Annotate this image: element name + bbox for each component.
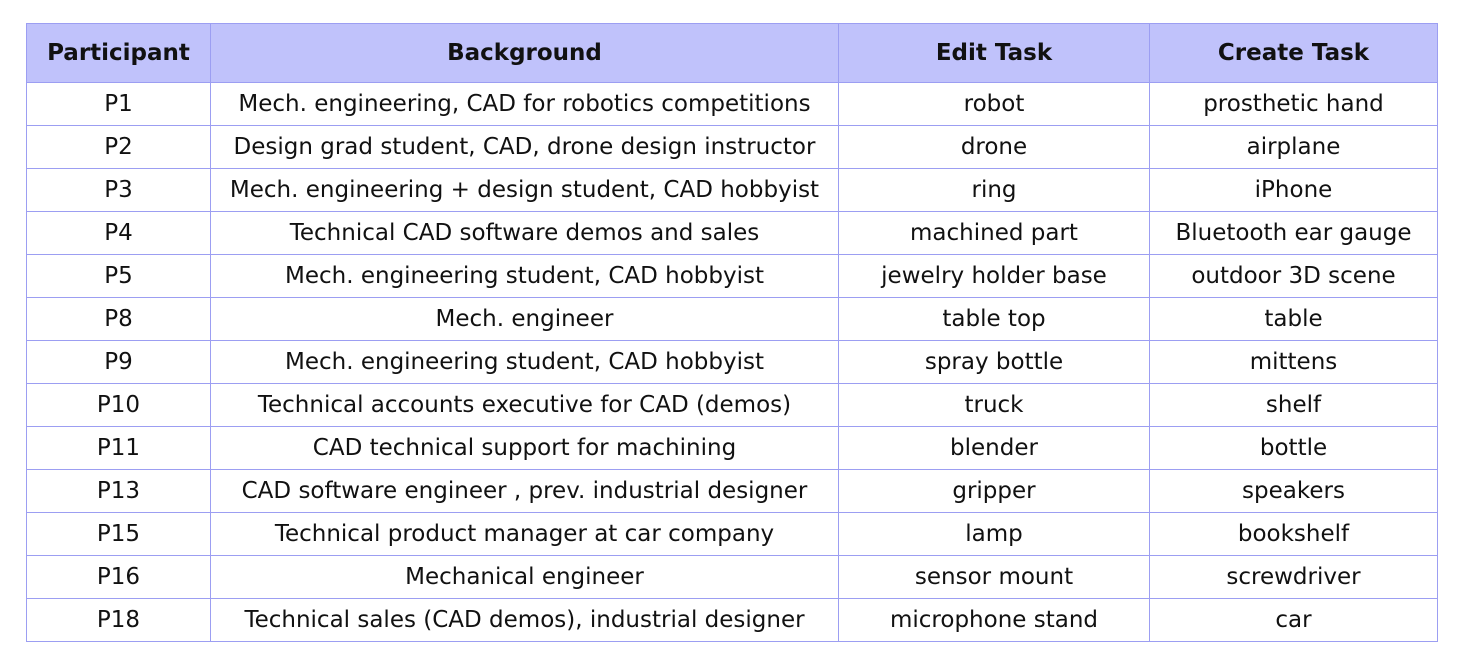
table-row: P4 Technical CAD software demos and sale… — [26, 211, 1438, 255]
edit-task-cell: machined part — [838, 211, 1150, 255]
header-edit-task: Edit Task — [838, 23, 1150, 83]
edit-task-cell: spray bottle — [838, 340, 1150, 384]
edit-task-cell: truck — [838, 383, 1150, 427]
background-cell: Technical CAD software demos and sales — [210, 211, 839, 255]
participant-cell: P5 — [26, 254, 211, 298]
background-cell: Design grad student, CAD, drone design i… — [210, 125, 839, 169]
table-row: P13 CAD software engineer , prev. indust… — [26, 469, 1438, 513]
edit-task-cell: drone — [838, 125, 1150, 169]
table-row: P5 Mech. engineering student, CAD hobbyi… — [26, 254, 1438, 298]
background-cell: Mech. engineering student, CAD hobbyist — [210, 340, 839, 384]
participant-cell: P15 — [26, 512, 211, 556]
background-cell: Technical sales (CAD demos), industrial … — [210, 598, 839, 642]
create-task-cell: table — [1149, 297, 1438, 341]
create-task-cell: airplane — [1149, 125, 1438, 169]
background-cell: CAD software engineer , prev. industrial… — [210, 469, 839, 513]
participant-cell: P3 — [26, 168, 211, 212]
table-body: P1 Mech. engineering, CAD for robotics c… — [26, 82, 1438, 642]
table-row: P11 CAD technical support for machining … — [26, 426, 1438, 470]
table-row: P15 Technical product manager at car com… — [26, 512, 1438, 556]
edit-task-cell: robot — [838, 82, 1150, 126]
participant-cell: P10 — [26, 383, 211, 427]
header-create-task: Create Task — [1149, 23, 1438, 83]
background-cell: CAD technical support for machining — [210, 426, 839, 470]
create-task-cell: bookshelf — [1149, 512, 1438, 556]
background-cell: Technical product manager at car company — [210, 512, 839, 556]
participant-cell: P16 — [26, 555, 211, 599]
edit-task-cell: sensor mount — [838, 555, 1150, 599]
create-task-cell: prosthetic hand — [1149, 82, 1438, 126]
edit-task-cell: blender — [838, 426, 1150, 470]
create-task-cell: speakers — [1149, 469, 1438, 513]
table-row: P10 Technical accounts executive for CAD… — [26, 383, 1438, 427]
create-task-cell: bottle — [1149, 426, 1438, 470]
participant-cell: P18 — [26, 598, 211, 642]
participant-cell: P13 — [26, 469, 211, 513]
create-task-cell: shelf — [1149, 383, 1438, 427]
table-row: P16 Mechanical engineer sensor mount scr… — [26, 555, 1438, 599]
table-row: P3 Mech. engineering + design student, C… — [26, 168, 1438, 212]
table-row: P8 Mech. engineer table top table — [26, 297, 1438, 341]
background-cell: Mech. engineering + design student, CAD … — [210, 168, 839, 212]
table-row: P18 Technical sales (CAD demos), industr… — [26, 598, 1438, 642]
table-row: P1 Mech. engineering, CAD for robotics c… — [26, 82, 1438, 126]
create-task-cell: iPhone — [1149, 168, 1438, 212]
create-task-cell: screwdriver — [1149, 555, 1438, 599]
background-cell: Mech. engineering student, CAD hobbyist — [210, 254, 839, 298]
participant-cell: P2 — [26, 125, 211, 169]
background-cell: Mechanical engineer — [210, 555, 839, 599]
edit-task-cell: jewelry holder base — [838, 254, 1150, 298]
participants-table: Participant Background Edit Task Create … — [26, 23, 1438, 642]
participants-table-container: Participant Background Edit Task Create … — [26, 23, 1438, 642]
create-task-cell: car — [1149, 598, 1438, 642]
edit-task-cell: ring — [838, 168, 1150, 212]
participant-cell: P8 — [26, 297, 211, 341]
edit-task-cell: table top — [838, 297, 1150, 341]
background-cell: Mech. engineering, CAD for robotics comp… — [210, 82, 839, 126]
header-participant: Participant — [26, 23, 211, 83]
background-cell: Mech. engineer — [210, 297, 839, 341]
table-header: Participant Background Edit Task Create … — [26, 23, 1438, 83]
header-background: Background — [210, 23, 839, 83]
participant-cell: P11 — [26, 426, 211, 470]
participant-cell: P9 — [26, 340, 211, 384]
participant-cell: P4 — [26, 211, 211, 255]
header-row: Participant Background Edit Task Create … — [26, 23, 1438, 83]
edit-task-cell: lamp — [838, 512, 1150, 556]
create-task-cell: Bluetooth ear gauge — [1149, 211, 1438, 255]
edit-task-cell: microphone stand — [838, 598, 1150, 642]
create-task-cell: mittens — [1149, 340, 1438, 384]
create-task-cell: outdoor 3D scene — [1149, 254, 1438, 298]
participant-cell: P1 — [26, 82, 211, 126]
table-row: P2 Design grad student, CAD, drone desig… — [26, 125, 1438, 169]
edit-task-cell: gripper — [838, 469, 1150, 513]
background-cell: Technical accounts executive for CAD (de… — [210, 383, 839, 427]
table-row: P9 Mech. engineering student, CAD hobbyi… — [26, 340, 1438, 384]
